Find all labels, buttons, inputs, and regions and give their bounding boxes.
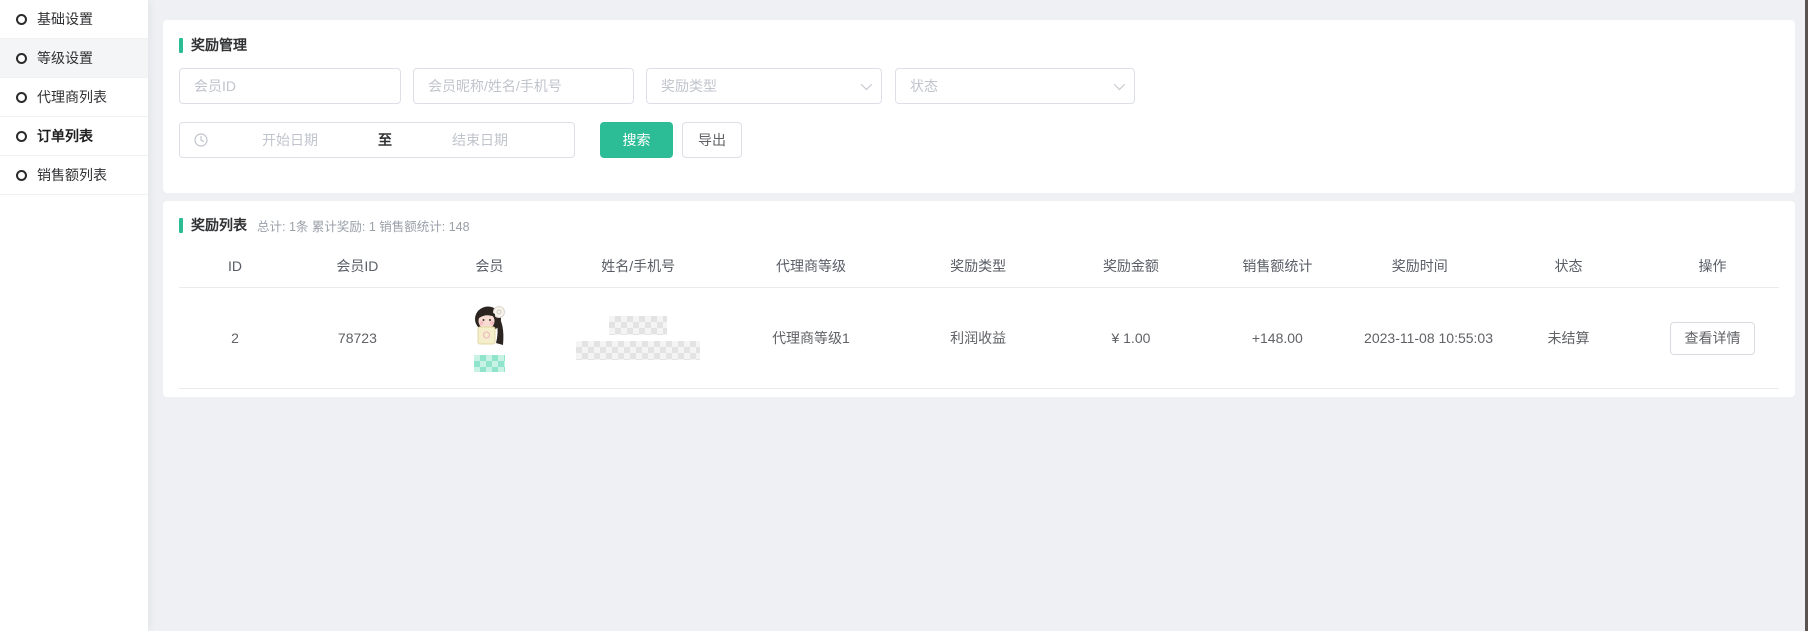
- list-summary: 总计: 1条 累计奖励: 1 销售额统计: 148: [257, 215, 470, 235]
- reward-type-select-placeholder: 奖励类型: [661, 76, 717, 96]
- column-header-status: 状态: [1491, 256, 1646, 276]
- name-blurred: [609, 316, 667, 335]
- cell-agent-level: 代理商等级1: [721, 328, 900, 348]
- view-details-button[interactable]: 查看详情: [1670, 322, 1755, 355]
- sidebar-item-label: 基础设置: [37, 12, 93, 26]
- reward-list-panel: 奖励列表 总计: 1条 累计奖励: 1 销售额统计: 148 ID 会员ID 会…: [163, 201, 1795, 397]
- date-range-picker[interactable]: 开始日期 至 结束日期: [179, 122, 575, 158]
- cell-member-id: 78723: [291, 330, 424, 346]
- phone-blurred: [576, 341, 700, 360]
- reward-table: ID 会员ID 会员 姓名/手机号 代理商等级 奖励类型 奖励金额 销售额统计 …: [179, 245, 1779, 389]
- cell-sales-total: +148.00: [1206, 330, 1348, 346]
- column-header-actions: 操作: [1646, 256, 1779, 276]
- sidebar-item-agent-list[interactable]: 代理商列表: [0, 78, 148, 117]
- main-content: 奖励管理 奖励类型 状态 开始日期 至 结束日期: [148, 0, 1806, 631]
- cell-reward-amount: ¥ 1.00: [1056, 330, 1206, 346]
- search-button[interactable]: 搜索: [600, 122, 673, 158]
- status-select[interactable]: 状态: [895, 68, 1135, 104]
- cell-reward-type: 利润收益: [901, 328, 1056, 348]
- radio-circle-icon: [16, 53, 27, 64]
- table-row: 2 78723: [179, 288, 1779, 389]
- filter-row-2: 开始日期 至 结束日期 搜索 导出: [179, 122, 1779, 158]
- sidebar-item-level-settings[interactable]: 等级设置: [0, 39, 148, 78]
- sidebar-item-sales-list[interactable]: 销售额列表: [0, 156, 148, 195]
- column-header-reward-type: 奖励类型: [901, 256, 1056, 276]
- table-header-row: ID 会员ID 会员 姓名/手机号 代理商等级 奖励类型 奖励金额 销售额统计 …: [179, 245, 1779, 288]
- accent-bar: [179, 38, 183, 53]
- radio-circle-icon: [16, 92, 27, 103]
- end-date-field[interactable]: 结束日期: [398, 130, 562, 150]
- column-header-reward-time: 奖励时间: [1349, 256, 1491, 276]
- panel-header: 奖励列表 总计: 1条 累计奖励: 1 销售额统计: 148: [179, 215, 1779, 235]
- column-header-member: 会员: [424, 256, 555, 276]
- radio-circle-icon: [16, 170, 27, 181]
- column-header-reward-amount: 奖励金额: [1056, 256, 1206, 276]
- chevron-down-icon: [861, 79, 872, 90]
- panel-header: 奖励管理: [179, 35, 1779, 55]
- member-name-input[interactable]: [413, 68, 634, 104]
- sidebar-item-order-list[interactable]: 订单列表: [0, 117, 148, 156]
- radio-circle-icon: [16, 14, 27, 25]
- cell-status: 未结算: [1491, 328, 1646, 348]
- column-header-sales-total: 销售额统计: [1206, 256, 1348, 276]
- member-nickname-blurred: [474, 355, 505, 372]
- cell-reward-time: 2023-11-08 10:55:03: [1349, 328, 1491, 348]
- cell-name-phone: [555, 316, 721, 360]
- column-header-member-id: 会员ID: [291, 256, 424, 276]
- column-header-agent-level: 代理商等级: [721, 256, 900, 276]
- column-header-id: ID: [179, 258, 291, 274]
- sidebar-item-label: 代理商列表: [37, 90, 107, 104]
- chevron-down-icon: [1114, 79, 1125, 90]
- panel-title: 奖励列表: [191, 215, 247, 235]
- column-header-name-phone: 姓名/手机号: [555, 256, 721, 276]
- panel-title: 奖励管理: [191, 35, 247, 55]
- sidebar-item-label: 等级设置: [37, 51, 93, 65]
- accent-bar: [179, 218, 183, 233]
- member-avatar-image: [471, 305, 508, 350]
- cell-actions: 查看详情: [1646, 322, 1779, 355]
- sidebar-item-label: 销售额列表: [37, 168, 107, 182]
- reward-type-select[interactable]: 奖励类型: [646, 68, 882, 104]
- clock-icon: [194, 133, 208, 147]
- member-id-input[interactable]: [179, 68, 401, 104]
- cell-id: 2: [179, 330, 291, 346]
- export-button[interactable]: 导出: [682, 122, 742, 158]
- reward-management-panel: 奖励管理 奖励类型 状态 开始日期 至 结束日期: [163, 20, 1795, 193]
- filter-row-1: 奖励类型 状态: [179, 68, 1779, 104]
- date-separator-label: 至: [372, 130, 398, 150]
- start-date-field[interactable]: 开始日期: [208, 130, 372, 150]
- radio-circle-icon: [16, 131, 27, 142]
- status-select-placeholder: 状态: [910, 76, 938, 96]
- sidebar: 基础设置 等级设置 代理商列表 订单列表 销售额列表: [0, 0, 148, 631]
- sidebar-item-label: 订单列表: [37, 129, 93, 143]
- cell-member-avatar: [424, 305, 555, 372]
- sidebar-item-basic-settings[interactable]: 基础设置: [0, 0, 148, 39]
